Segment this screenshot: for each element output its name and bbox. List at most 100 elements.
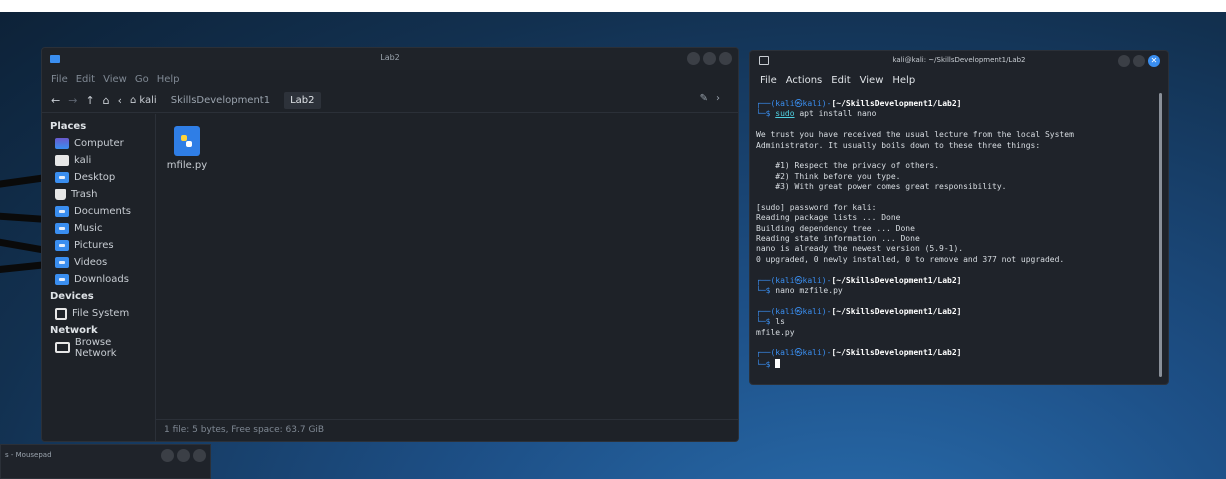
prompt-user: (kali㉿kali) <box>770 306 827 316</box>
output-line: We trust you have received the usual lec… <box>756 130 1074 140</box>
prompt-line: ┌──(kali㉿kali)-[~/SkillsDevelopment1/Lab… <box>756 348 962 358</box>
mousepad-window-controls <box>161 449 206 462</box>
sidebar-item-browse-network[interactable]: Browse Network <box>42 336 155 359</box>
music-folder-icon <box>55 223 69 234</box>
sidebar-item-videos[interactable]: Videos <box>42 254 155 271</box>
mousepad-window[interactable]: s - Mousepad <box>0 444 211 479</box>
prompt-line: ┌──(kali㉿kali)-[~/SkillsDevelopment1/Lab… <box>756 306 962 316</box>
menu-actions[interactable]: Actions <box>786 75 823 86</box>
file-view[interactable]: mfile.py <box>156 114 738 441</box>
breadcrumb-skillsdevelopment1[interactable]: SkillsDevelopment1 <box>165 92 276 109</box>
sidebar-item-desktop[interactable]: Desktop <box>42 169 155 186</box>
back-arrow-icon[interactable]: ← <box>51 94 60 107</box>
prompt-line: ┌──(kali㉿kali)-[~/SkillsDevelopment1/Lab… <box>756 275 962 285</box>
edit-location-icon[interactable]: ✎ <box>700 93 708 104</box>
menu-edit[interactable]: Edit <box>831 75 850 86</box>
output-line: #3) With great power comes great respons… <box>756 182 1007 192</box>
close-button[interactable] <box>193 449 206 462</box>
up-arrow-icon[interactable]: ↑ <box>85 94 94 107</box>
sidebar-item-trash[interactable]: Trash <box>42 186 155 203</box>
sidebar-item-label: Browse Network <box>74 336 117 359</box>
sidebar-header-devices: Devices <box>50 291 94 302</box>
sidebar-item-label: Pictures <box>74 240 114 251</box>
terminal-scrollbar[interactable] <box>1159 93 1162 377</box>
terminal-menubar: File Actions Edit View Help <box>750 71 1168 89</box>
menu-help[interactable]: Help <box>157 74 180 85</box>
menu-help[interactable]: Help <box>892 75 915 86</box>
file-manager-window: Lab2 File Edit View Go Help ← → ↑ ⌂ ‹ ⌂ k… <box>41 47 739 442</box>
menu-view[interactable]: View <box>103 74 127 85</box>
minimize-button[interactable] <box>161 449 174 462</box>
output-line: Administrator. It usually boils down to … <box>756 140 1041 150</box>
file-manager-menubar: File Edit View Go Help <box>42 70 738 88</box>
close-button[interactable]: ✕ <box>1148 55 1160 67</box>
chevron-right-icon[interactable]: › <box>716 93 720 104</box>
maximize-button[interactable] <box>703 52 716 65</box>
chevron-left-icon[interactable]: ‹ <box>118 94 122 107</box>
prompt-user: (kali㉿kali) <box>770 99 827 108</box>
home-icon[interactable]: ⌂ <box>103 94 110 107</box>
documents-folder-icon <box>55 206 69 217</box>
command-line: └─$ <box>756 358 1150 369</box>
sidebar-item-file-system[interactable]: File System <box>42 305 155 322</box>
command-text: ls <box>775 317 785 327</box>
output-line: nano is already the newest version (5.9-… <box>756 244 964 254</box>
terminal-window: kali@kali: ~/SkillsDevelopment1/Lab2 ✕ F… <box>749 50 1169 385</box>
sidebar-item-pictures[interactable]: Pictures <box>42 237 155 254</box>
minimize-button[interactable] <box>687 52 700 65</box>
breadcrumb-lab2[interactable]: Lab2 <box>284 91 321 109</box>
computer-icon <box>55 138 69 149</box>
downloads-folder-icon <box>55 274 69 285</box>
terminal-titlebar[interactable]: kali@kali: ~/SkillsDevelopment1/Lab2 ✕ <box>750 51 1168 71</box>
pictures-folder-icon <box>55 240 69 251</box>
window-title: Lab2 <box>380 53 400 62</box>
drive-icon <box>55 307 67 320</box>
menu-view[interactable]: View <box>860 75 884 86</box>
maximize-button[interactable] <box>1133 55 1145 67</box>
command-line: └─$ ls <box>756 317 785 327</box>
status-bar: 1 file: 5 bytes, Free space: 63.7 GiB <box>156 419 738 441</box>
breadcrumb-kali[interactable]: ⌂ kali <box>130 95 157 106</box>
sidebar-item-label: Desktop <box>74 172 116 183</box>
toolbar-right: ✎ › <box>700 93 720 104</box>
sidebar-item-label: File System <box>72 308 130 319</box>
output-line: [sudo] password for kali: <box>756 202 877 212</box>
menu-file[interactable]: File <box>51 74 68 85</box>
command-text: nano mzfile.py <box>775 286 843 296</box>
text-cursor <box>775 358 781 368</box>
network-icon <box>55 342 70 353</box>
prompt-path: [~/SkillsDevelopment1/Lab2] <box>831 306 962 316</box>
terminal-title: kali@kali: ~/SkillsDevelopment1/Lab2 <box>892 56 1026 64</box>
sidebar-item-downloads[interactable]: Downloads <box>42 271 155 288</box>
sidebar-item-label: Trash <box>71 189 98 200</box>
home-folder-icon <box>55 155 69 166</box>
sidebar-item-documents[interactable]: Documents <box>42 203 155 220</box>
sidebar-item-label: kali <box>74 155 92 166</box>
terminal-output[interactable]: ┌──(kali㉿kali)-[~/SkillsDevelopment1/Lab… <box>750 91 1156 384</box>
menu-go[interactable]: Go <box>135 74 149 85</box>
command-sudo: sudo <box>775 109 795 119</box>
sidebar-item-computer[interactable]: Computer <box>42 135 155 152</box>
menu-edit[interactable]: Edit <box>76 74 95 85</box>
menu-file[interactable]: File <box>760 75 777 86</box>
file-item-mfile[interactable]: mfile.py <box>162 120 212 171</box>
prompt-path: [~/SkillsDevelopment1/Lab2] <box>831 99 962 108</box>
output-line: #2) Think before you type. <box>756 171 901 181</box>
command-text: apt install nano <box>794 109 877 119</box>
prompt-user: (kali㉿kali) <box>770 348 827 358</box>
close-button[interactable] <box>719 52 732 65</box>
videos-folder-icon <box>55 257 69 268</box>
window-controls <box>687 52 732 65</box>
file-manager-body: Places Computer kali Desktop Trash Docum… <box>42 114 738 441</box>
sidebar-item-kali[interactable]: kali <box>42 152 155 169</box>
maximize-button[interactable] <box>177 449 190 462</box>
sidebar-item-music[interactable]: Music <box>42 220 155 237</box>
forward-arrow-icon[interactable]: → <box>68 94 77 107</box>
output-line: #1) Respect the privacy of others. <box>756 161 940 171</box>
file-manager-titlebar[interactable]: Lab2 <box>42 48 738 70</box>
prompt-path: [~/SkillsDevelopment1/Lab2] <box>831 275 962 285</box>
python-file-icon <box>174 126 200 156</box>
minimize-button[interactable] <box>1118 55 1130 67</box>
